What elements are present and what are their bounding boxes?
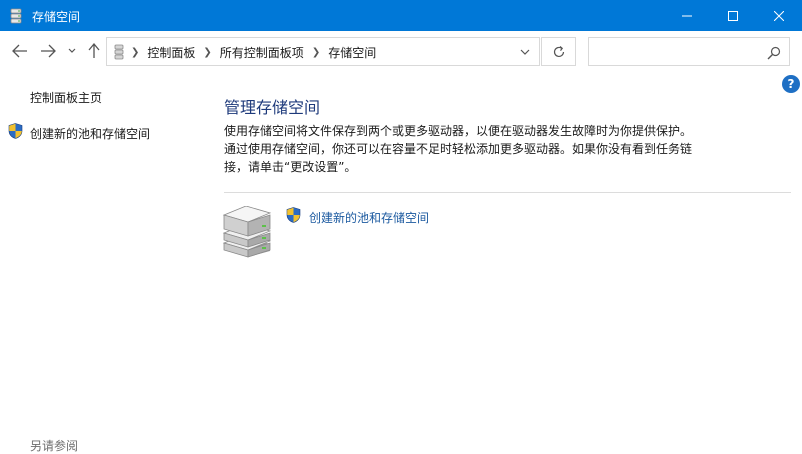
- window-title: 存储空间: [32, 10, 81, 24]
- chevron-down-icon: [68, 48, 76, 53]
- chevron-right-icon[interactable]: ❯: [312, 47, 320, 58]
- breadcrumb-control-panel[interactable]: 控制面板: [147, 44, 195, 61]
- sidebar-create-pool-label[interactable]: 创建新的池和存储空间: [30, 125, 150, 142]
- close-icon: [774, 10, 784, 21]
- create-pool-link[interactable]: 创建新的池和存储空间: [286, 207, 429, 227]
- recent-locations-button[interactable]: [64, 41, 80, 61]
- create-pool-label[interactable]: 创建新的池和存储空间: [309, 209, 429, 226]
- breadcrumb-storage-spaces[interactable]: 存储空间: [328, 44, 376, 61]
- close-button[interactable]: [756, 0, 802, 31]
- refresh-button[interactable]: [541, 37, 576, 66]
- chevron-down-icon: [520, 49, 530, 55]
- description-line: 接，请单击“更改设置”。: [224, 160, 357, 174]
- breadcrumb: ❯ 控制面板 ❯ 所有控制面板项 ❯ 存储空间: [131, 44, 376, 61]
- address-dropdown-button[interactable]: [517, 44, 533, 60]
- left-pane: 控制面板主页 创建新的池和存储空间 另请参阅: [0, 71, 200, 453]
- breadcrumb-all-items[interactable]: 所有控制面板项: [220, 44, 304, 61]
- up-button[interactable]: [84, 41, 104, 61]
- page-title: 管理存储空间: [224, 98, 321, 117]
- address-bar[interactable]: ❯ 控制面板 ❯ 所有控制面板项 ❯ 存储空间: [106, 37, 540, 66]
- minimize-button[interactable]: [664, 0, 710, 31]
- arrow-up-icon: [88, 43, 100, 58]
- description: 使用存储空间将文件保存到两个或更多驱动器，以便在驱动器发生故障时为你提供保护。 …: [224, 122, 714, 176]
- forward-button[interactable]: [38, 41, 58, 61]
- chevron-right-icon[interactable]: ❯: [203, 47, 211, 58]
- shield-icon: [286, 207, 301, 227]
- storage-spaces-icon: [222, 205, 274, 258]
- divider: [224, 192, 791, 193]
- refresh-icon: [553, 45, 564, 57]
- arrow-left-icon: [12, 44, 27, 58]
- maximize-icon: [728, 10, 738, 21]
- sidebar-create-pool-link[interactable]: 创建新的池和存储空间: [8, 123, 150, 143]
- storage-drives-icon: [10, 8, 22, 24]
- description-line: 通过使用存储空间，你还可以在容量不足时轻松添加更多驱动器。如果你没有看到任务链: [224, 142, 693, 156]
- help-button[interactable]: ?: [782, 75, 800, 93]
- control-panel-icon: [113, 44, 125, 60]
- title-bar: 存储空间: [0, 0, 802, 31]
- maximize-button[interactable]: [710, 0, 756, 31]
- chevron-right-icon[interactable]: ❯: [131, 47, 139, 58]
- description-line: 使用存储空间将文件保存到两个或更多驱动器，以便在驱动器发生故障时为你提供保护。: [224, 124, 693, 138]
- arrow-right-icon: [41, 44, 56, 58]
- search-input[interactable]: [595, 43, 759, 62]
- back-button[interactable]: [10, 41, 30, 61]
- see-also-label: 另请参阅: [30, 439, 79, 453]
- minimize-icon: [682, 15, 692, 16]
- shield-icon: [8, 123, 23, 143]
- search-box[interactable]: [588, 37, 790, 66]
- control-panel-home-link[interactable]: 控制面板主页: [30, 89, 102, 106]
- search-icon[interactable]: [767, 45, 781, 60]
- question-mark-icon: ?: [787, 77, 795, 91]
